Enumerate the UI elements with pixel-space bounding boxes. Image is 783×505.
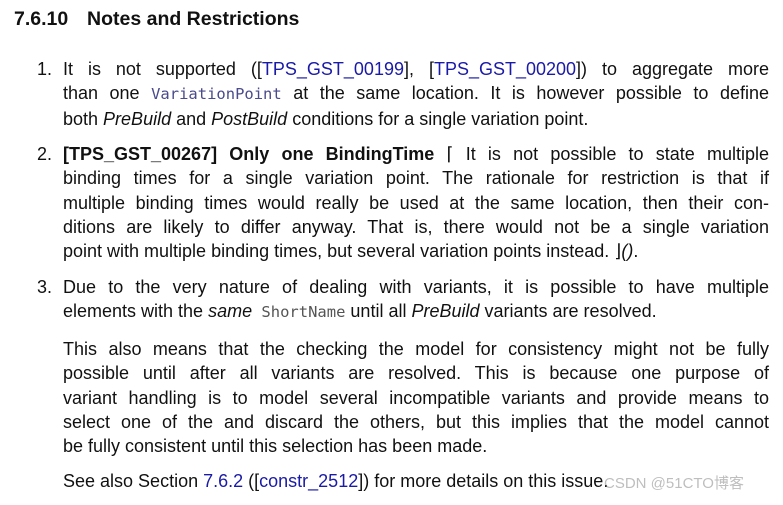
ref-link-tps-gst-00200[interactable]: TPS_GST_00200 (434, 59, 576, 79)
item-3-text: Due to the very nature of dealing with v… (63, 275, 769, 325)
list-item-3: 3. Due to the very nature of dealing wit… (37, 275, 769, 325)
item-1-text: It is not supported ([TPS_GST_00199], [T… (63, 57, 769, 131)
text-line: [TPS_GST_00267] Only one BindingTime ⌈ I… (63, 144, 769, 164)
list-marker: 3. (37, 277, 53, 297)
list-item-1: 1. It is not supported ([TPS_GST_00199],… (37, 57, 769, 131)
ref-link-constr-2512[interactable]: constr_2512 (259, 471, 358, 491)
text-line: elements with the same ShortName until a… (63, 301, 657, 322)
code-variationpoint[interactable]: VariationPoint (151, 85, 282, 103)
section-title: Notes and Restrictions (87, 8, 300, 30)
text-line: than one VariationPoint at the same loca… (63, 83, 769, 104)
text-line: Due to the very nature of dealing with v… (63, 277, 769, 297)
requirement-id: [TPS_GST_00267] Only one BindingTime (63, 144, 435, 164)
ref-link-tps-gst-00199[interactable]: TPS_GST_00199 (262, 59, 404, 79)
code-shortname[interactable]: ShortName (252, 303, 345, 321)
list-marker: 2. (37, 144, 53, 164)
text-line: multiple binding times would really be u… (63, 192, 769, 213)
item-3-paragraph-2: This also means that the checking the mo… (37, 337, 769, 458)
text-line: binding times for a single variation poi… (63, 168, 769, 189)
text-line: variant handling is to model several inc… (63, 387, 769, 408)
text-line: be fully consistent until this selection… (63, 436, 488, 457)
text-line: both PreBuild and PostBuild conditions f… (63, 108, 589, 129)
text-line: ditions are likely to differ anyway. Tha… (63, 216, 769, 237)
text-line: possible until after all variants are re… (63, 363, 769, 384)
text-line: It is not supported ([TPS_GST_00199], [T… (63, 59, 769, 79)
text-line: point with multiple binding times, but s… (63, 241, 639, 262)
ref-link-section-7-6-2[interactable]: 7.6.2 (203, 471, 243, 491)
section-number: 7.6.10 (14, 8, 69, 30)
list-item-2: 2. [TPS_GST_00267] Only one BindingTime … (37, 142, 769, 263)
text-line: select one of the and discard the others… (63, 411, 769, 432)
list-marker: 1. (37, 59, 53, 79)
watermark: CSDN @51CTO博客 (604, 475, 744, 492)
section-heading: 7.6.10 Notes and Restrictions (14, 8, 299, 31)
item-2-text: [TPS_GST_00267] Only one BindingTime ⌈ I… (63, 142, 769, 263)
text-line: This also means that the checking the mo… (63, 339, 769, 359)
